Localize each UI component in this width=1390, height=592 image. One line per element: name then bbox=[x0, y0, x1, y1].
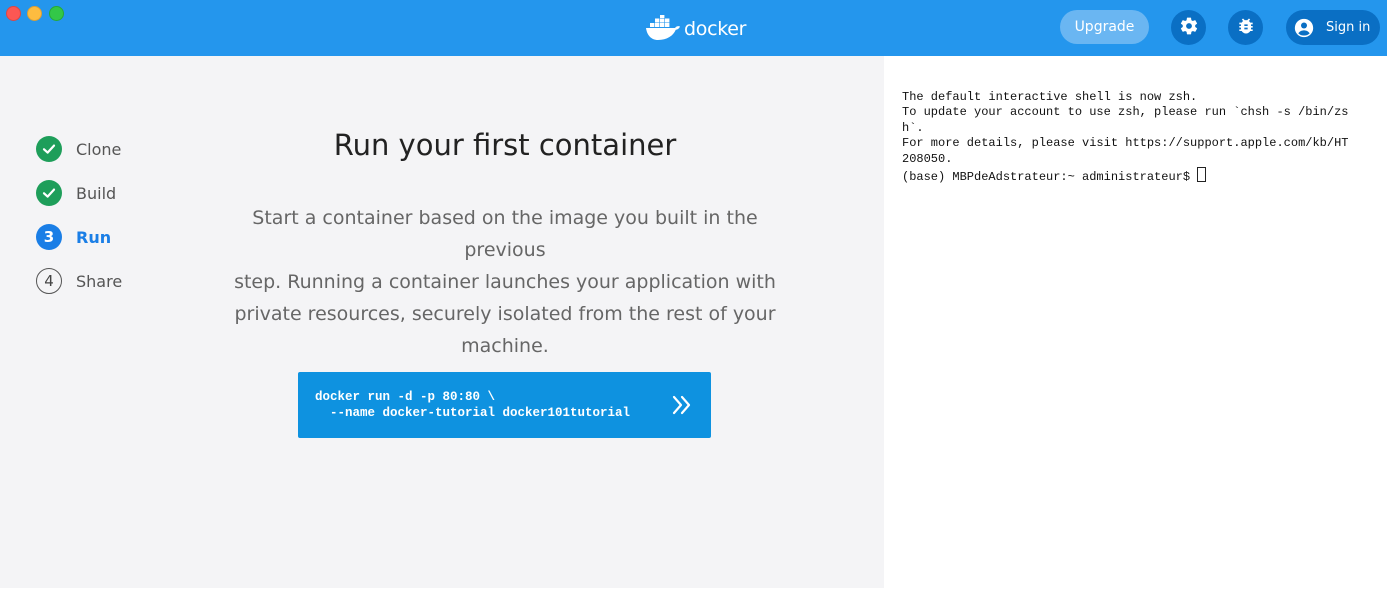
terminal-line: h`. bbox=[902, 120, 924, 135]
terminal-cursor bbox=[1197, 167, 1207, 183]
sign-in-button[interactable]: Sign in bbox=[1286, 10, 1380, 45]
description-line: machine. bbox=[461, 335, 549, 357]
description-line: Start a container based on the image you… bbox=[252, 207, 758, 261]
terminal-output: The default interactive shell is now zsh… bbox=[902, 90, 1382, 185]
sign-in-label: Sign in bbox=[1326, 20, 1371, 35]
description-line: private resources, securely isolated fro… bbox=[234, 303, 776, 325]
bug-icon bbox=[1236, 16, 1256, 40]
terminal-line: 208050. bbox=[902, 151, 953, 166]
logo-text: docker bbox=[684, 18, 747, 40]
step-label: Clone bbox=[76, 139, 122, 159]
step-number-badge: 4 bbox=[36, 268, 62, 294]
gear-icon bbox=[1179, 16, 1199, 40]
step-build[interactable]: Build bbox=[36, 180, 122, 206]
check-circle-icon bbox=[36, 136, 62, 162]
step-share[interactable]: 4 Share bbox=[36, 268, 122, 294]
terminal-panel[interactable]: The default interactive shell is now zsh… bbox=[884, 56, 1387, 588]
description-line: step. Running a container launches your … bbox=[234, 271, 776, 293]
terminal-line: For more details, please visit https://s… bbox=[902, 136, 1349, 151]
troubleshoot-button[interactable] bbox=[1228, 10, 1263, 45]
settings-button[interactable] bbox=[1171, 10, 1206, 45]
terminal-line: The default interactive shell is now zsh… bbox=[902, 90, 1198, 104]
step-run[interactable]: 3 Run bbox=[36, 224, 122, 250]
check-circle-icon bbox=[36, 180, 62, 206]
upgrade-button[interactable]: Upgrade bbox=[1060, 10, 1149, 44]
window-zoom-button[interactable] bbox=[49, 6, 64, 21]
window-close-button[interactable] bbox=[6, 6, 21, 21]
double-chevron-right-icon bbox=[671, 394, 693, 420]
terminal-prompt-line[interactable]: (base) MBPdeAdstrateur:~ administrateur$ bbox=[902, 167, 1382, 185]
step-label: Build bbox=[76, 183, 117, 203]
step-label: Run bbox=[76, 227, 112, 247]
docker-logo: docker bbox=[645, 12, 746, 44]
docker-desktop-window: docker Upgrade Sign in Clone Build 3 Run… bbox=[0, 0, 1387, 588]
page-title: Run your first container bbox=[333, 128, 677, 162]
step-clone[interactable]: Clone bbox=[36, 136, 122, 162]
tutorial-stepper: Clone Build 3 Run 4 Share bbox=[36, 136, 122, 312]
terminal-line: To update your account to use zsh, pleas… bbox=[902, 105, 1349, 120]
docker-whale-icon bbox=[645, 15, 681, 41]
user-circle-icon bbox=[1294, 18, 1314, 38]
terminal-prompt: (base) MBPdeAdstrateur:~ administrateur$ bbox=[902, 170, 1198, 185]
step-number-badge: 3 bbox=[36, 224, 62, 250]
command-line: --name docker-tutorial docker101tutorial bbox=[315, 406, 631, 420]
window-minimize-button[interactable] bbox=[27, 6, 42, 21]
step-label: Share bbox=[76, 271, 123, 291]
run-command-button[interactable]: docker run -d -p 80:80 \ --name docker-t… bbox=[298, 372, 711, 438]
command-text: docker run -d -p 80:80 \ --name docker-t… bbox=[315, 389, 630, 421]
step-description: Start a container based on the image you… bbox=[210, 202, 800, 362]
title-bar: docker Upgrade Sign in bbox=[0, 0, 1387, 56]
command-line: docker run -d -p 80:80 \ bbox=[315, 390, 496, 404]
